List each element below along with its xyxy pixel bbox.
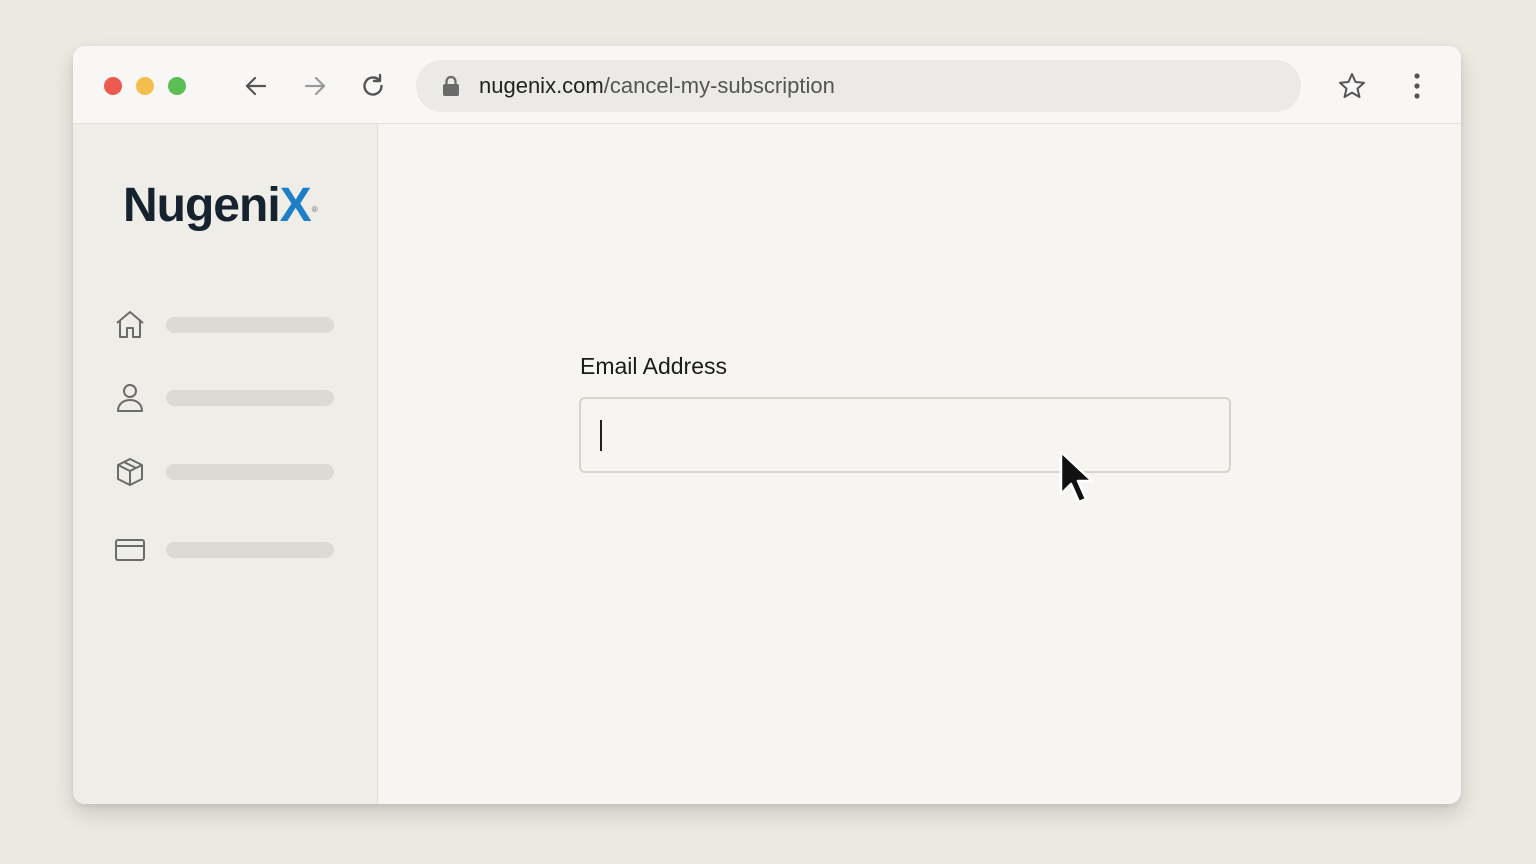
close-window-button[interactable] [104,77,122,95]
nugenix-logo[interactable]: NugeniX ® [123,178,318,234]
sidebar: NugeniX ® [73,124,378,804]
reload-button[interactable] [357,70,389,102]
user-icon [117,384,143,412]
arrow-right-icon [304,76,326,96]
logo-x: X [279,179,312,232]
reload-icon [363,73,383,96]
arrow-left-icon [245,76,267,96]
logo-registered-mark: ® [311,205,318,214]
url-domain: nugenix.com [479,73,604,98]
lock-icon [443,75,459,96]
credit-card-icon [115,539,145,561]
kebab-menu-icon[interactable] [1405,70,1429,102]
main-content: Email Address [379,124,1461,804]
logo-text: Nugeni [123,179,281,232]
browser-window: nugenix.com/cancel-my-subscription Nugen… [73,46,1461,804]
sidebar-item-placeholder [166,542,334,558]
home-icon [116,311,144,338]
sidebar-item-placeholder [166,464,334,480]
forward-button[interactable] [299,70,331,102]
sidebar-item-placeholder [166,390,334,406]
sidebar-item-products[interactable] [113,455,343,489]
sidebar-item-account[interactable] [113,381,343,415]
zoom-window-button[interactable] [168,77,186,95]
star-icon[interactable] [1336,70,1368,102]
address-bar[interactable]: nugenix.com/cancel-my-subscription [416,60,1301,112]
mouse-pointer-icon [1059,450,1094,504]
minimize-window-button[interactable] [136,77,154,95]
email-label: Email Address [580,353,728,379]
email-field[interactable] [579,397,1231,473]
text-caret [600,420,602,451]
box-icon [117,458,143,486]
sidebar-item-placeholder [166,317,334,333]
sidebar-item-billing[interactable] [113,533,343,567]
url-path: /cancel-my-subscription [603,73,835,98]
url-text: nugenix.com/cancel-my-subscription [479,74,835,98]
sidebar-item-home[interactable] [113,308,343,342]
back-button[interactable] [240,70,272,102]
browser-toolbar: nugenix.com/cancel-my-subscription [73,46,1461,124]
